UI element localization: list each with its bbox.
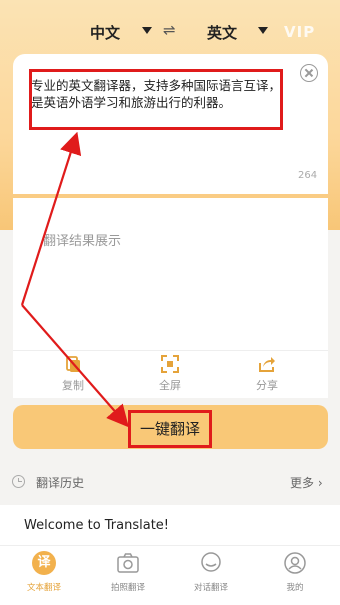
source-language-selector[interactable]: 中文 — [90, 22, 120, 43]
bottom-tab-bar: 译 文本翻译 拍照翻译 对话翻译 我的 — [0, 545, 340, 605]
tab-mine[interactable]: 我的 — [263, 551, 327, 593]
history-title: 翻译历史 — [36, 476, 85, 490]
history-more-link[interactable]: 更多 › — [290, 474, 323, 491]
language-bar: 中文 ⇌ 英文 VIP — [0, 14, 340, 50]
target-dropdown-icon[interactable] — [258, 27, 268, 34]
highlight-box-input — [29, 69, 283, 130]
history-header: 翻译历史 更多 › — [0, 468, 340, 496]
tab-dialog-label: 对话翻译 — [193, 583, 228, 593]
tab-text-label: 文本翻译 — [26, 583, 61, 593]
fullscreen-button[interactable]: 全屏 — [140, 355, 200, 393]
history-item-text: Welcome to Translate! — [24, 518, 170, 533]
swap-languages-icon[interactable]: ⇌ — [163, 21, 176, 39]
history-item[interactable]: Welcome to Translate! — [0, 505, 340, 545]
tab-text-translate[interactable]: 译 文本翻译 — [12, 551, 76, 593]
translate-badge-icon: 译 — [32, 551, 56, 575]
tab-photo-label: 拍照翻译 — [110, 583, 145, 593]
clear-icon[interactable] — [300, 64, 318, 82]
share-button[interactable]: 分享 — [237, 355, 297, 393]
user-icon — [284, 552, 306, 574]
tab-photo-translate[interactable]: 拍照翻译 — [96, 551, 160, 593]
share-label: 分享 — [256, 379, 278, 392]
target-language-selector[interactable]: 英文 — [207, 22, 237, 43]
result-toolbar: 复制 全屏 分享 — [13, 350, 328, 398]
translate-button-label[interactable]: 一键翻译 — [128, 410, 212, 448]
chat-icon — [201, 552, 221, 572]
clock-icon — [12, 475, 25, 488]
share-icon — [259, 357, 275, 372]
camera-icon — [117, 553, 139, 573]
char-count: 264 — [298, 170, 318, 181]
vip-badge[interactable]: VIP — [284, 23, 315, 41]
copy-button[interactable]: 复制 — [43, 355, 103, 393]
result-placeholder: 翻译结果展示 — [43, 234, 122, 249]
result-panel: 翻译结果展示 — [13, 198, 328, 350]
copy-icon — [66, 356, 80, 372]
fullscreen-label: 全屏 — [159, 379, 181, 392]
tab-mine-label: 我的 — [286, 583, 304, 593]
copy-label: 复制 — [62, 379, 84, 392]
fullscreen-icon — [161, 355, 179, 373]
source-dropdown-icon[interactable] — [142, 27, 152, 34]
history-more-label: 更多 — [290, 476, 315, 490]
tab-dialog-translate[interactable]: 对话翻译 — [179, 551, 243, 593]
